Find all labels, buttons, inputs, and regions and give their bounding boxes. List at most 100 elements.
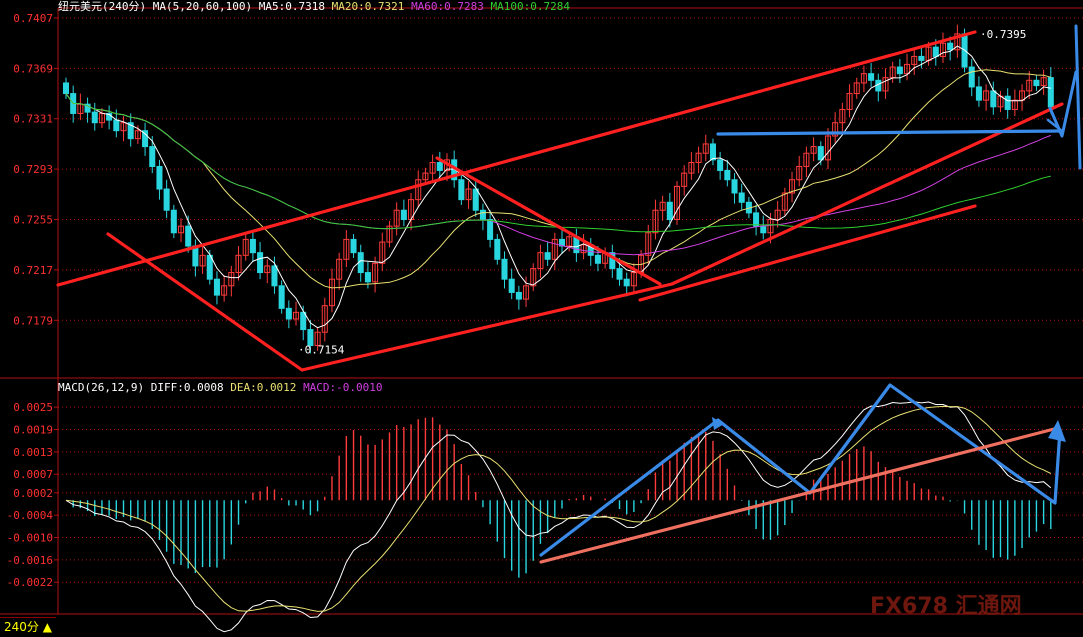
macd-histogram-layer <box>72 417 1052 578</box>
candle-down <box>753 212 760 227</box>
ma-params: MA(5,20,60,100) <box>152 0 253 13</box>
candle-down <box>1047 77 1054 108</box>
candle-down <box>666 201 673 221</box>
candle-down <box>350 238 357 254</box>
chart-canvas: 0.7407 0.7369 0.7331 0.7293 0.7255 0.7217 0.71… <box>0 7 1083 633</box>
candle-down <box>285 307 292 320</box>
candles-layer <box>62 24 1054 354</box>
candle-down <box>738 192 745 203</box>
candle-down <box>724 169 731 181</box>
ma5-value: MA5:0.7318 <box>258 0 325 13</box>
candle-down <box>62 82 70 95</box>
ma100-line <box>65 93 1051 233</box>
diff-value: DIFF:0.0008 <box>150 381 224 394</box>
candle-down <box>616 268 623 280</box>
candle-down <box>760 225 767 234</box>
axes-layer: 0.7407 0.7369 0.7331 0.7293 0.7255 0.7217 0.71… <box>0 7 1083 615</box>
candle-down <box>709 143 716 161</box>
channel-upper-trendline <box>56 30 977 287</box>
price-tick-label: 0.7407 <box>13 12 53 25</box>
price-tick-label: 0.7217 <box>13 264 53 277</box>
candle-down <box>170 209 177 234</box>
macd-value: MACD:-0.0010 <box>303 381 383 394</box>
candle-down <box>975 86 982 101</box>
ma5-line <box>65 45 1051 329</box>
candle-down <box>91 111 98 124</box>
macd-tick-label: -0.0022 <box>7 576 53 589</box>
macd-tick-label: -0.0016 <box>7 554 53 567</box>
macd-title-bar: MACD(26,12,9) DIFF:0.0008 DEA:0.0012 MAC… <box>58 381 383 394</box>
candle-down <box>479 209 486 221</box>
watermark-logo: FX678 汇通网 <box>870 594 1022 619</box>
candle-down <box>1004 95 1011 110</box>
candle-down <box>594 254 601 264</box>
candle-down <box>1033 79 1040 87</box>
candle-down <box>364 272 371 283</box>
candle-down <box>515 291 522 300</box>
candle-down <box>300 311 307 331</box>
moving-averages-layer <box>65 45 1051 329</box>
price-tick-label: 0.7179 <box>13 314 53 327</box>
ma20-value: MA20:0.7321 <box>331 0 405 13</box>
candle-down <box>163 188 170 211</box>
candle-down <box>249 238 256 254</box>
flag-trendline <box>435 156 662 286</box>
price-tick-label: 0.7293 <box>13 163 53 176</box>
macd-tick-label: 0.0007 <box>13 468 53 481</box>
dea-value: DEA:0.0012 <box>230 381 297 394</box>
macd-tick-label: 0.0002 <box>13 487 53 500</box>
candle-down <box>257 252 264 274</box>
trendlines-layer <box>56 24 1082 564</box>
candle-down <box>968 66 975 88</box>
candle-down <box>472 188 479 211</box>
candle-down <box>458 179 465 201</box>
macd-tick-label: 0.0019 <box>13 424 53 437</box>
macd-zigzag-arrow <box>539 383 1062 557</box>
ma60-value: MA60:0.7283 <box>411 0 484 13</box>
high-price-label: ·0.7395 <box>980 28 1026 41</box>
candle-down <box>817 146 824 161</box>
candle-down <box>113 119 120 132</box>
candle-down <box>149 146 156 167</box>
candle-down <box>185 225 192 247</box>
candle-down <box>623 278 630 287</box>
macd-params: MACD(26,12,9) <box>58 381 145 394</box>
chart-title-bar: 纽元美元(240分) MA(5,20,60,100) MA5:0.7318 MA… <box>58 0 570 14</box>
resistance-line <box>716 129 1064 136</box>
price-forecast-arrow-2 <box>1074 24 1082 170</box>
channel-lower-trendline <box>106 102 1064 372</box>
candle-down <box>731 179 738 194</box>
candle-down <box>896 66 903 75</box>
candle-down <box>717 159 724 171</box>
price-tick-label: 0.7255 <box>13 214 53 227</box>
candle-down <box>990 90 997 108</box>
dea-line <box>65 405 1052 612</box>
macd-tick-label: -0.0004 <box>7 509 54 522</box>
candle-down <box>278 285 285 309</box>
candle-down <box>947 42 954 51</box>
macd-tick-label: 0.0025 <box>13 401 53 414</box>
low-price-label: ·0.7154 <box>298 343 345 356</box>
symbol-title: 纽元美元(240分) <box>58 0 147 13</box>
candle-down <box>508 278 515 293</box>
candle-down <box>213 278 220 296</box>
candle-down <box>487 219 494 240</box>
candle-down <box>156 165 163 190</box>
candle-down <box>932 46 939 57</box>
candle-down <box>544 252 551 260</box>
price-tick-label: 0.7369 <box>13 62 53 75</box>
candle-down <box>400 209 407 221</box>
candle-down <box>494 238 501 260</box>
price-tick-label: 0.7331 <box>13 113 53 126</box>
macd-tick-label: -0.0010 <box>7 532 53 545</box>
ma60-line <box>65 93 1051 256</box>
ma100-value: MA100:0.7284 <box>490 0 571 13</box>
candle-down <box>271 265 278 287</box>
period-tab[interactable]: 240分 ▲ <box>0 617 56 636</box>
candle-down <box>206 254 213 280</box>
candle-down <box>436 162 443 171</box>
candle-down <box>501 258 508 280</box>
macd-tick-label: 0.0013 <box>13 446 53 459</box>
candle-down <box>868 73 875 81</box>
candle-down <box>918 55 925 61</box>
